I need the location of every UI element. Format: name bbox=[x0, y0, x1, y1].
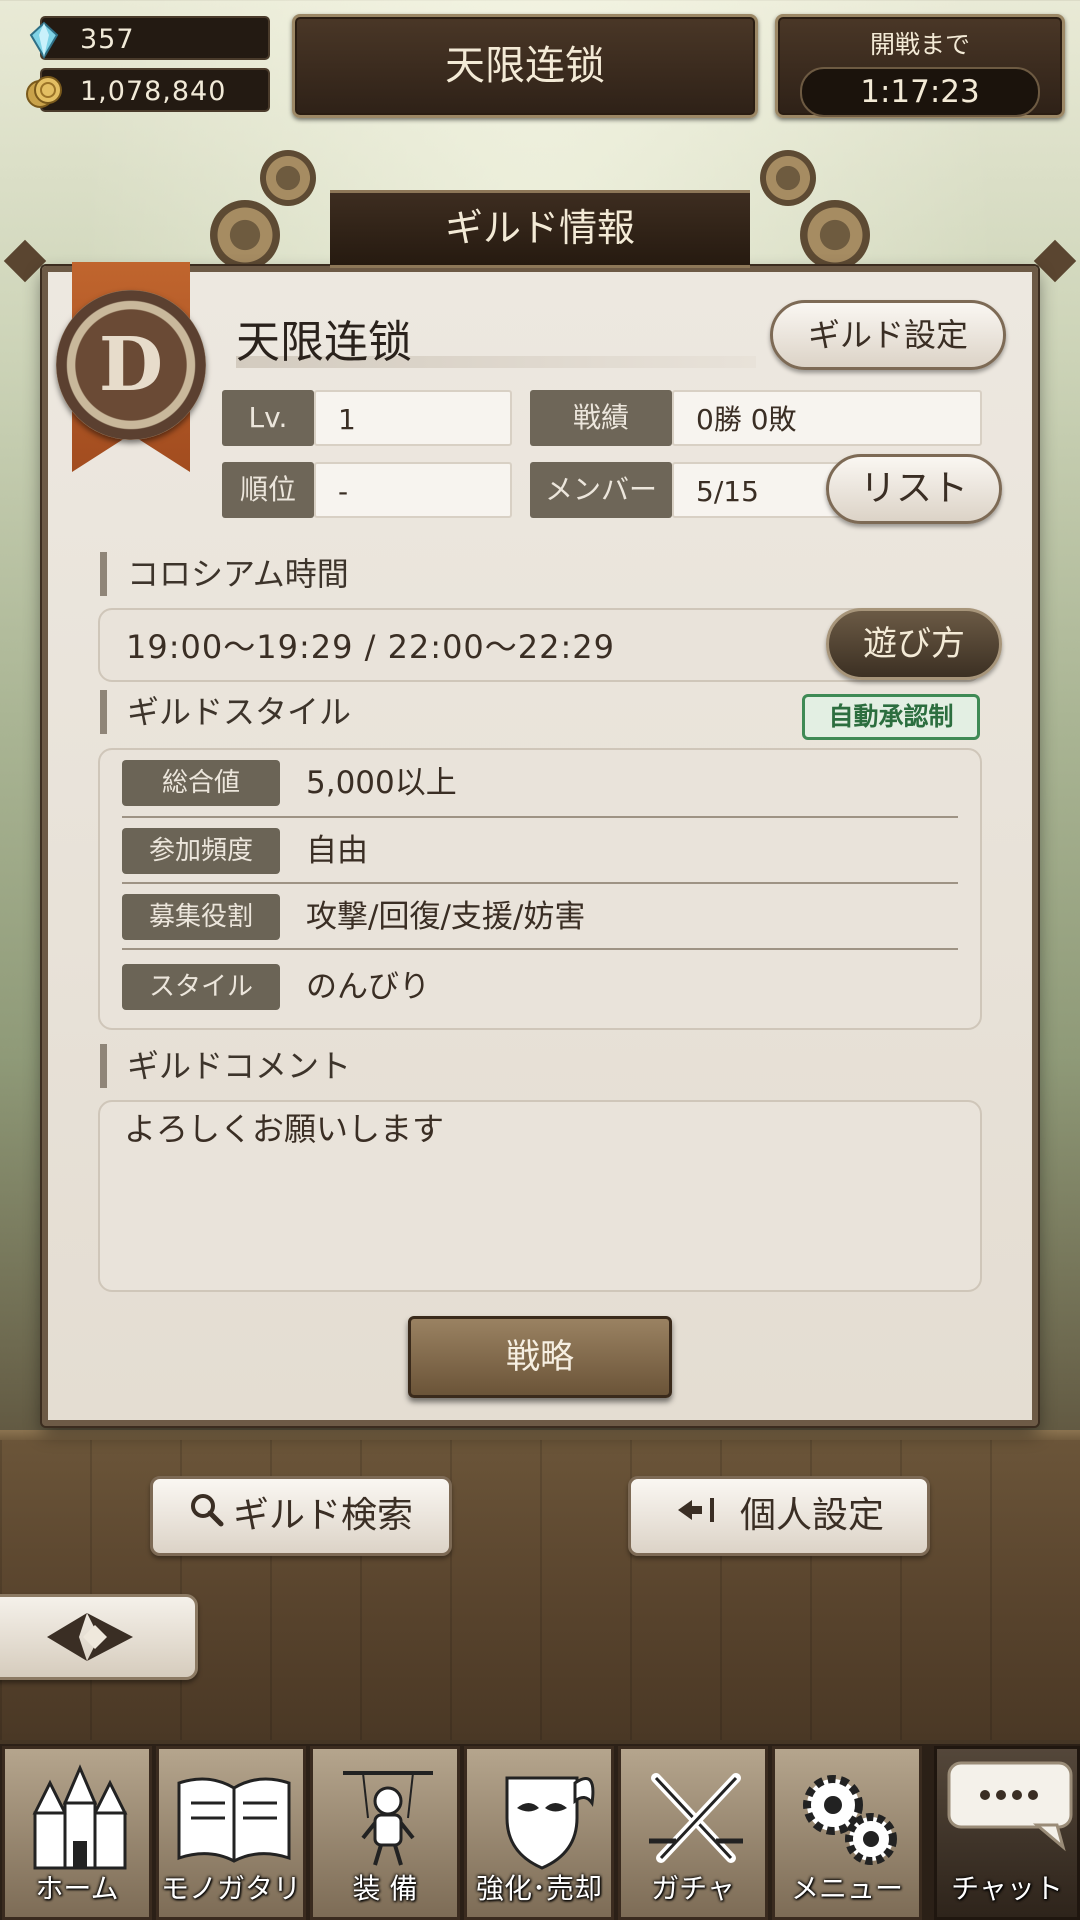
crystal-count: 357 bbox=[80, 24, 135, 55]
style-row-value: 5,000以上 bbox=[306, 765, 457, 801]
style-divider bbox=[122, 882, 958, 884]
gear-ornament-right-small bbox=[760, 150, 816, 206]
guild-rank-emblem: D bbox=[56, 290, 206, 440]
style-divider bbox=[122, 816, 958, 818]
gears-icon bbox=[803, 1775, 897, 1865]
style-row-label: 総合値 bbox=[122, 760, 280, 806]
personal-settings-button[interactable]: 個人設定 bbox=[628, 1476, 930, 1556]
colosseum-time-title: コロシアム時間 bbox=[100, 552, 349, 596]
guild-title-banner: 天限连锁 bbox=[292, 14, 758, 118]
auto-approval-badge: 自動承認制 bbox=[802, 694, 980, 740]
guild-title: 天限连锁 bbox=[445, 43, 605, 89]
gear-ornament-right bbox=[800, 200, 870, 270]
search-icon bbox=[189, 1480, 225, 1554]
record-label: 戦績 bbox=[530, 390, 672, 446]
mask-shield-icon bbox=[505, 1776, 595, 1870]
coin-count: 1,078,840 bbox=[80, 76, 227, 107]
style-row-label: スタイル bbox=[122, 964, 280, 1010]
level-label: Lv. bbox=[222, 390, 314, 446]
style-row-value: 攻撃/回復/支援/妨害 bbox=[306, 899, 586, 935]
rank-label: 順位 bbox=[222, 462, 314, 518]
record-value: 0勝 0敗 bbox=[672, 390, 982, 446]
guild-style-title: ギルドスタイル bbox=[100, 690, 351, 734]
crystal-icon bbox=[29, 21, 59, 59]
rank-value: - bbox=[314, 462, 512, 518]
guild-comment-title: ギルドコメント bbox=[100, 1044, 351, 1088]
guild-comment-text: よろしくお願いします bbox=[124, 1110, 445, 1148]
nav-story[interactable]: モノガタリ bbox=[156, 1746, 306, 1920]
style-divider bbox=[122, 948, 958, 950]
puppet-icon bbox=[343, 1771, 433, 1866]
panel-title: ギルド情報 bbox=[330, 190, 750, 268]
style-row-label: 募集役割 bbox=[122, 894, 280, 940]
crystal-counter: 357 bbox=[29, 16, 270, 60]
member-list-button[interactable]: リスト bbox=[826, 454, 1002, 524]
guild-search-label: ギルド検索 bbox=[232, 1495, 413, 1536]
members-label: メンバー bbox=[530, 462, 672, 518]
timer-value: 1:17:23 bbox=[800, 67, 1040, 117]
personal-settings-label: 個人設定 bbox=[739, 1495, 884, 1536]
nav-label: 強化･売却 bbox=[475, 1872, 602, 1905]
book-icon bbox=[177, 1777, 291, 1863]
nav-label: チャット bbox=[951, 1872, 1063, 1905]
castle-icon bbox=[32, 1764, 128, 1870]
nav-home[interactable]: ホーム bbox=[2, 1746, 152, 1920]
nav-chat[interactable]: チャット bbox=[934, 1746, 1080, 1920]
gear-ornament-left bbox=[210, 200, 280, 270]
nav-gacha[interactable]: ガチャ bbox=[618, 1746, 768, 1920]
nav-label: メニュー bbox=[790, 1872, 903, 1905]
level-value: 1 bbox=[314, 390, 512, 446]
gear-ornament-left-small bbox=[260, 150, 316, 206]
guild-name: 天限连锁 bbox=[236, 317, 412, 368]
back-button[interactable] bbox=[0, 1594, 198, 1680]
nav-equipment[interactable]: 装 備 bbox=[310, 1746, 460, 1920]
battle-timer: 開戦まで 1:17:23 bbox=[775, 14, 1065, 118]
nav-label: ガチャ bbox=[651, 1872, 735, 1905]
how-to-play-button[interactable]: 遊び方 bbox=[826, 608, 1002, 680]
strategy-button[interactable]: 戦略 bbox=[408, 1316, 672, 1398]
nav-enhance-sell[interactable]: 強化･売却 bbox=[464, 1746, 614, 1920]
crossed-swords-icon bbox=[649, 1773, 743, 1863]
timer-label: 開戦まで bbox=[869, 30, 970, 59]
guild-search-button[interactable]: ギルド検索 bbox=[150, 1476, 452, 1556]
colosseum-times: 19:00～19:29 / 22:00～22:29 bbox=[126, 628, 616, 666]
style-row-value: のんびり bbox=[306, 969, 430, 1005]
coin-counter: 1,078,840 bbox=[26, 68, 270, 112]
nav-menu[interactable]: メニュー bbox=[772, 1746, 922, 1920]
guild-settings-button[interactable]: ギルド設定 bbox=[770, 300, 1006, 370]
members-value: 5/15 bbox=[672, 462, 842, 518]
nav-label: ホーム bbox=[35, 1872, 119, 1905]
coin-icon bbox=[26, 76, 62, 108]
nav-label: モノガタリ bbox=[160, 1872, 301, 1905]
nav-label: 装 備 bbox=[352, 1872, 418, 1905]
style-row-value: 自由 bbox=[306, 833, 368, 869]
back-arrow-icon bbox=[47, 1613, 133, 1661]
style-row-label: 参加頻度 bbox=[122, 828, 280, 874]
chat-bubble-icon bbox=[947, 1761, 1073, 1852]
enter-arrow-icon bbox=[674, 1480, 720, 1554]
